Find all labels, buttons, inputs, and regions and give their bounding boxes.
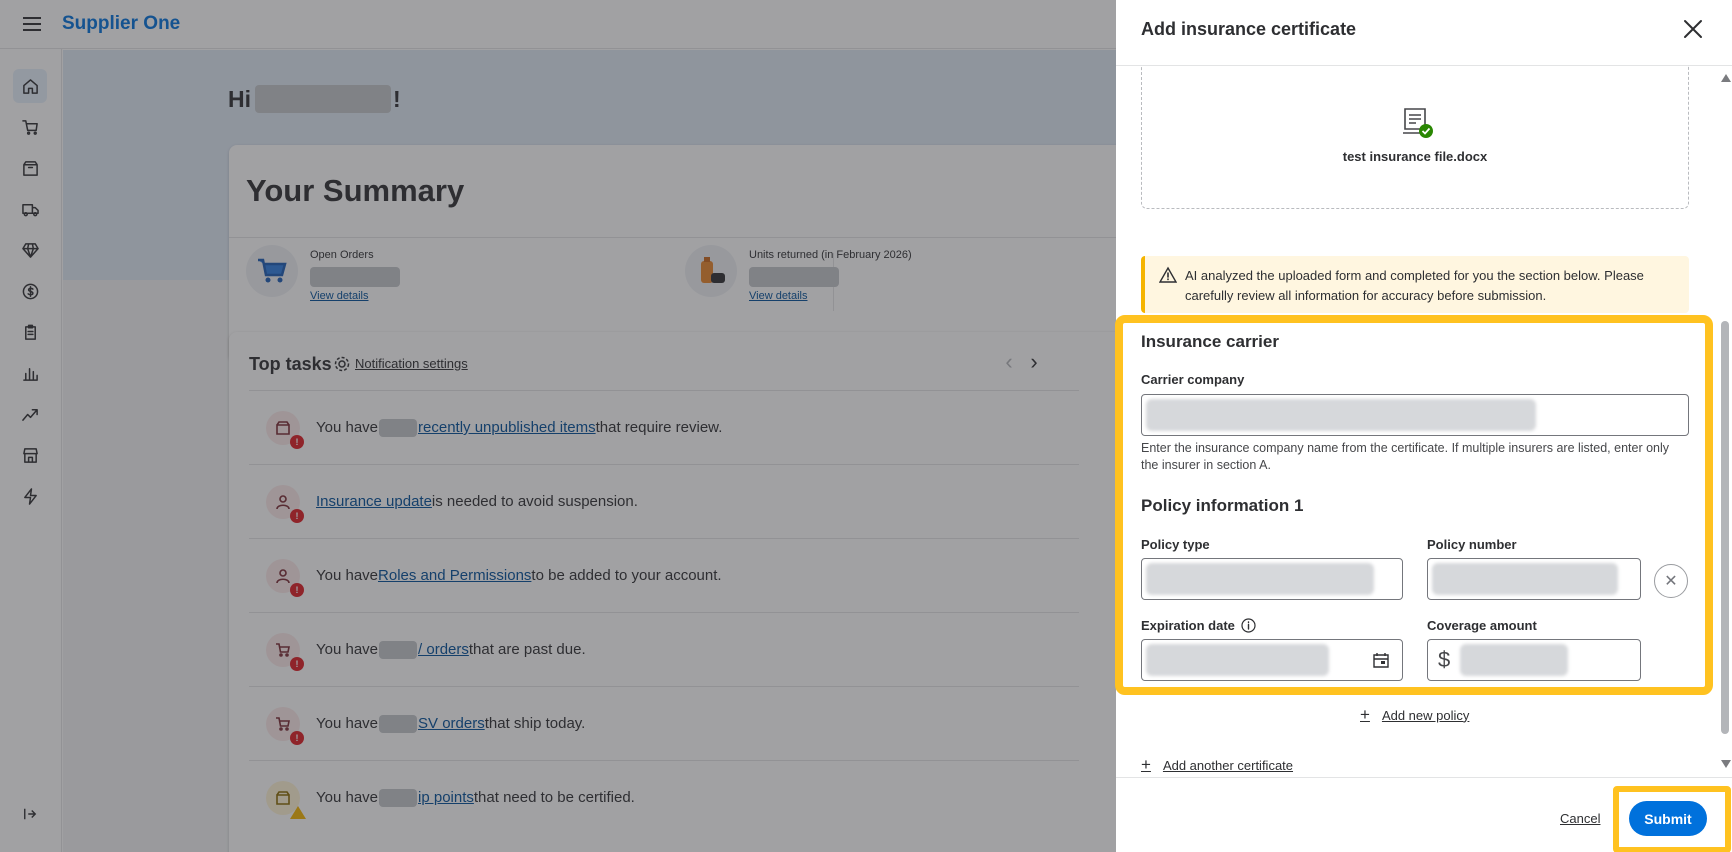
file-dropzone[interactable]: test insurance file.docx — [1141, 66, 1689, 209]
carrier-helper-text: Enter the insurance company name from th… — [1141, 441, 1670, 472]
plus-icon: + — [1360, 705, 1370, 724]
drawer-footer: Cancel Submit — [1116, 777, 1732, 852]
scroll-down-arrow-icon[interactable] — [1721, 760, 1731, 768]
scroll-up-arrow-icon[interactable] — [1721, 74, 1731, 82]
carrier-company-input[interactable] — [1141, 394, 1689, 436]
redacted-value — [1432, 563, 1618, 595]
uploaded-file-name: test insurance file.docx — [1342, 149, 1488, 164]
drawer-scrollbar[interactable] — [1718, 66, 1732, 777]
modal-overlay[interactable] — [0, 0, 1116, 852]
redacted-value — [1460, 644, 1568, 676]
expiration-date-label: Expiration date — [1141, 618, 1256, 633]
policy-number-label: Policy number — [1427, 537, 1517, 552]
drawer-header: Add insurance certificate — [1116, 0, 1732, 66]
remove-policy-button[interactable]: ✕ — [1654, 564, 1688, 598]
submit-button[interactable]: Submit — [1629, 801, 1707, 836]
carrier-company-label: Carrier company — [1141, 372, 1245, 387]
redacted-value — [1146, 399, 1536, 431]
add-insurance-drawer: Add insurance certificate test insurance… — [1116, 0, 1732, 852]
document-check-icon — [1403, 108, 1433, 138]
policy-number-input[interactable] — [1427, 558, 1641, 600]
coverage-amount-input[interactable]: $ — [1427, 639, 1641, 681]
warning-icon — [1159, 266, 1177, 283]
expiration-date-input[interactable] — [1141, 639, 1403, 681]
ai-notice-alert: AI analyzed the uploaded form and comple… — [1141, 256, 1689, 313]
cancel-button[interactable]: Cancel — [1560, 811, 1600, 826]
close-icon[interactable] — [1682, 18, 1704, 40]
close-circle-icon: ✕ — [1664, 573, 1678, 590]
coverage-amount-label: Coverage amount — [1427, 618, 1537, 633]
calendar-icon[interactable] — [1372, 651, 1390, 669]
submit-highlight: Submit — [1613, 786, 1731, 852]
ai-notice-text: AI analyzed the uploaded form and comple… — [1185, 268, 1644, 303]
currency-symbol: $ — [1438, 647, 1451, 672]
redacted-value — [1146, 563, 1374, 595]
policy-type-select[interactable] — [1141, 558, 1403, 600]
plus-icon: + — [1141, 755, 1151, 774]
drawer-body: test insurance file.docx AI analyzed the… — [1116, 66, 1718, 777]
add-new-policy-link[interactable]: + Add new policy — [1360, 705, 1469, 725]
insurance-carrier-heading: Insurance carrier — [1141, 332, 1279, 351]
drawer-title: Add insurance certificate — [1141, 19, 1357, 39]
policy-information-heading: Policy information 1 — [1141, 496, 1304, 515]
redacted-value — [1146, 644, 1329, 676]
add-another-certificate-link[interactable]: + Add another certificate — [1141, 755, 1293, 775]
info-icon[interactable] — [1241, 618, 1256, 633]
scroll-thumb[interactable] — [1721, 321, 1729, 734]
policy-type-label: Policy type — [1141, 537, 1210, 552]
